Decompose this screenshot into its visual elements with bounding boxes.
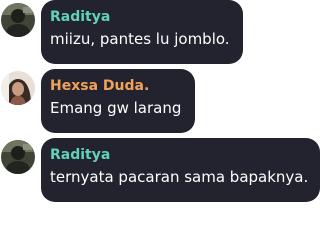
message-bubble[interactable]: Raditya ternyata pacaran sama bapaknya.: [41, 138, 320, 202]
sender-name[interactable]: Raditya: [50, 146, 311, 164]
message-text: miizu, pantes lu jomblo.: [50, 30, 230, 48]
message-bubble[interactable]: Hexsa Duda. Emang gw larang: [41, 69, 195, 133]
message-bubble[interactable]: Raditya miizu, pantes lu jomblo.: [41, 0, 243, 64]
user-avatar-photo-icon: [1, 140, 35, 174]
avatar[interactable]: [1, 71, 35, 105]
sender-name[interactable]: Raditya: [50, 8, 234, 26]
avatar[interactable]: [1, 140, 35, 174]
message-text: ternyata pacaran sama bapaknya.: [50, 168, 309, 186]
message-text: Emang gw larang: [50, 99, 182, 117]
avatar[interactable]: [1, 3, 35, 37]
user-avatar-photo-icon: [1, 3, 35, 37]
sender-name[interactable]: Hexsa Duda.: [50, 77, 186, 95]
user-avatar-photo-icon: [1, 71, 35, 105]
